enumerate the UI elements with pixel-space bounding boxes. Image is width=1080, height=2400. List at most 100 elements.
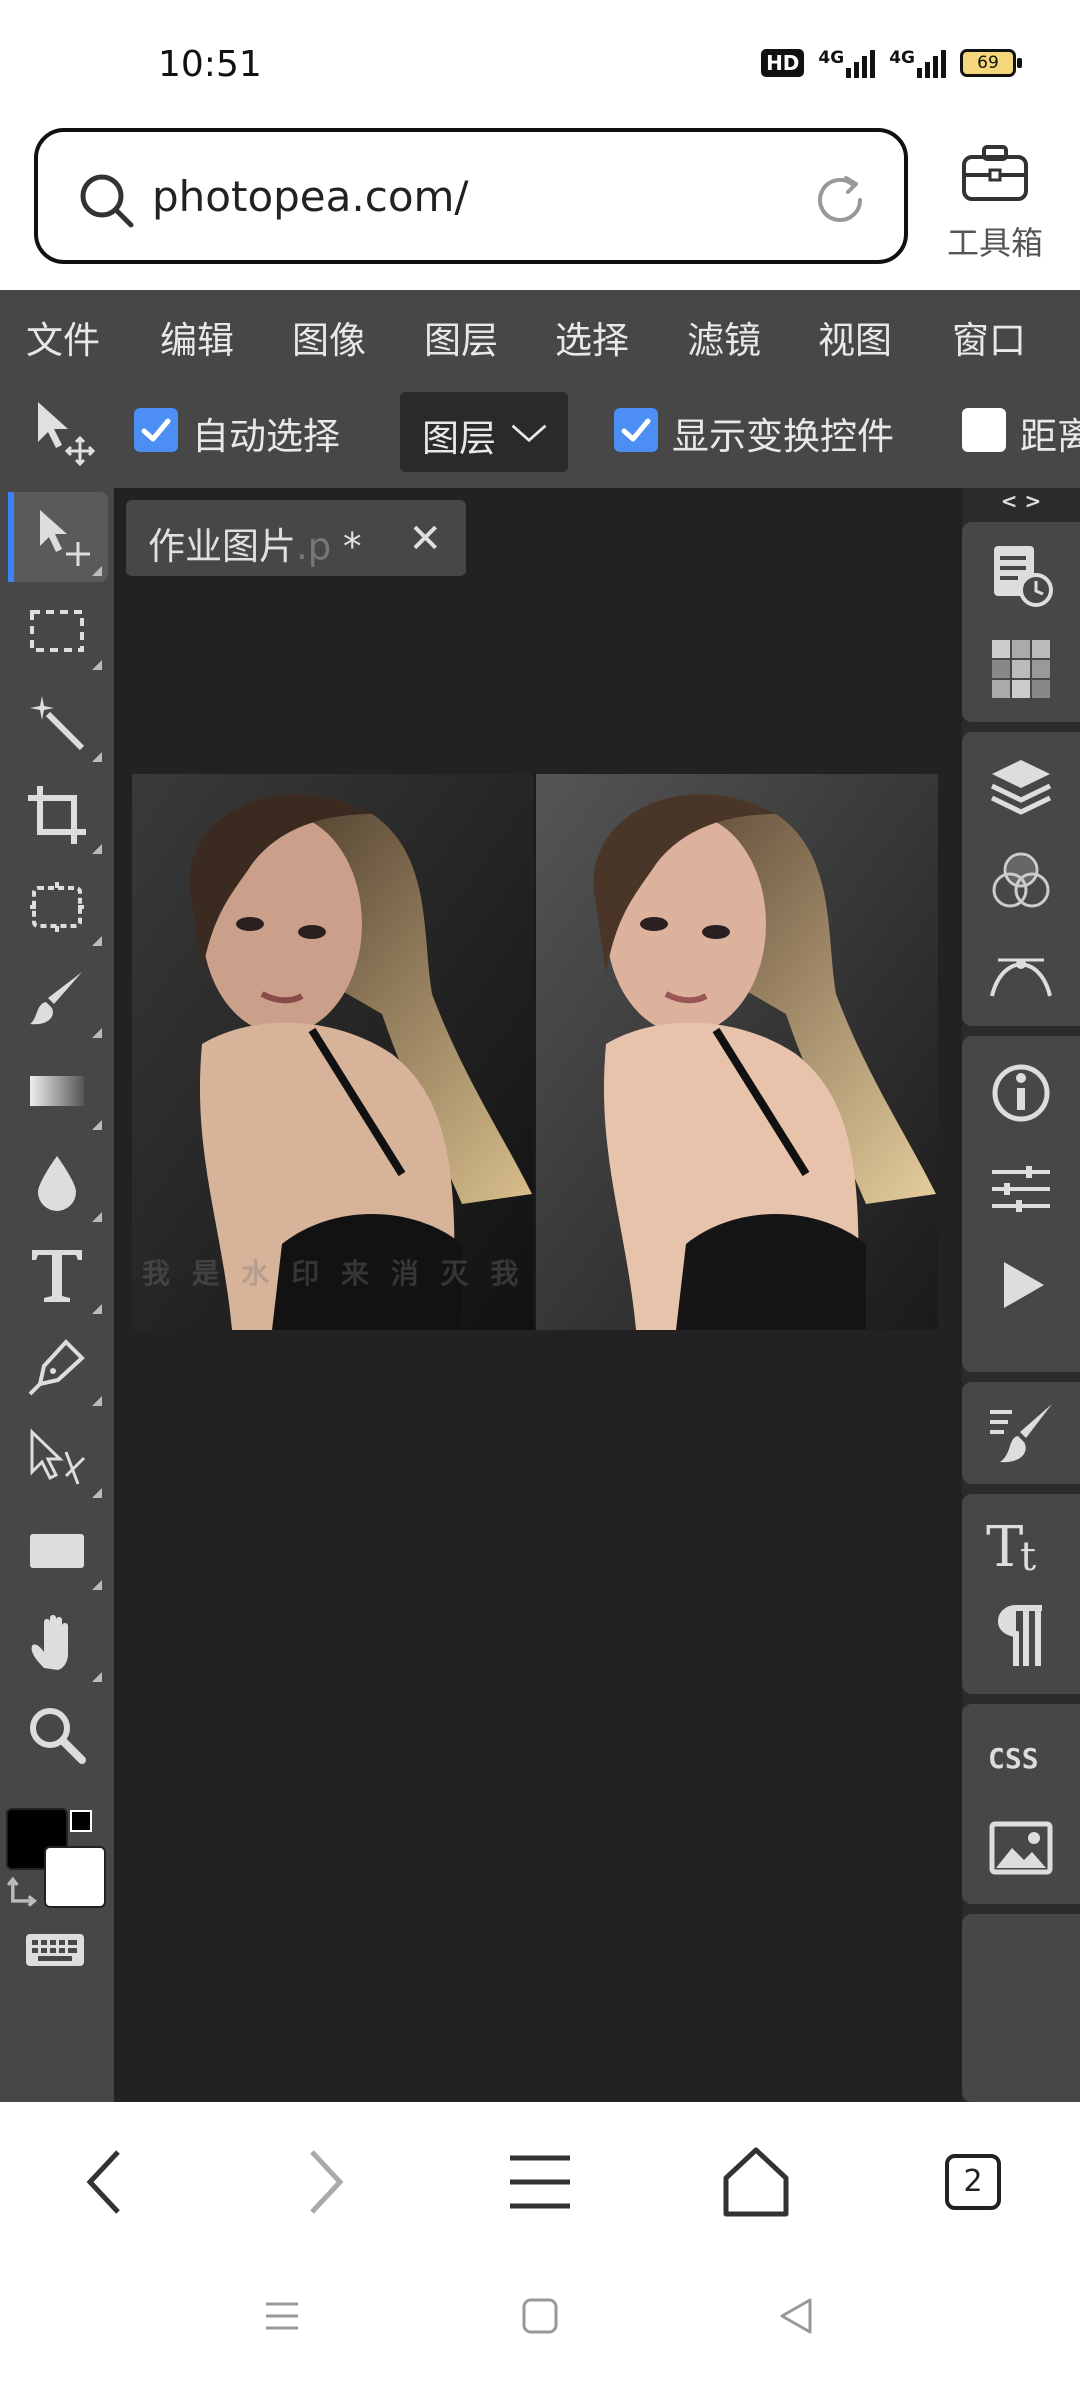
toolbox-button[interactable]: 工具箱 [940, 138, 1050, 268]
history-icon[interactable] [986, 540, 1056, 610]
watermark: 我 是 水 印 来 消 灭 我 [142, 1257, 525, 1290]
tool-bar [0, 488, 114, 2102]
system-nav-bar [0, 2252, 1080, 2400]
panel-group-brush [962, 1382, 1080, 1484]
document-tab-title: 作业图片.p * [148, 525, 362, 568]
gradient-tool[interactable] [8, 1046, 108, 1136]
type-tool[interactable] [8, 1230, 108, 1320]
menu-image[interactable]: 图像 [292, 310, 366, 364]
default-colors-icon[interactable] [70, 1810, 92, 1832]
forward-icon[interactable] [284, 2142, 364, 2222]
back-icon[interactable] [66, 2142, 146, 2222]
panel-collapse-toggle[interactable]: < > [962, 488, 1080, 516]
close-icon[interactable]: ✕ [408, 516, 442, 562]
marquee-icon [30, 610, 84, 652]
zoom-icon [30, 1708, 86, 1764]
adjustments-icon[interactable] [986, 1154, 1056, 1224]
paths-icon[interactable] [986, 940, 1056, 1010]
distance-label: 距离 [1020, 415, 1080, 458]
swatches-icon[interactable] [986, 634, 1056, 704]
swap-colors-icon[interactable] [6, 1876, 40, 1910]
info-icon[interactable] [986, 1058, 1056, 1128]
marquee-tool[interactable] [8, 586, 108, 676]
frame-tool[interactable] [8, 862, 108, 952]
svg-text:T: T [986, 1515, 1023, 1578]
signal-4g-icon: 4G [889, 48, 946, 78]
keyboard-icon[interactable] [24, 1930, 86, 1970]
document-image[interactable]: 我 是 水 印 来 消 灭 我 [132, 774, 938, 1330]
right-panel-dock: < > T t CSS [962, 488, 1080, 2102]
address-bar[interactable]: photopea.com/ [34, 128, 908, 264]
hd-badge: HD [761, 49, 805, 77]
blur-drop-icon [38, 1156, 76, 1211]
panel-group-history [962, 522, 1080, 722]
image-icon[interactable] [986, 1814, 1056, 1884]
magic-wand-icon [30, 696, 85, 751]
menu-icon[interactable] [500, 2142, 580, 2222]
svg-text:t: t [1020, 1534, 1036, 1578]
chevron-down-icon [511, 424, 547, 443]
blur-tool[interactable] [8, 1138, 108, 1228]
brush-settings-icon[interactable] [986, 1398, 1056, 1468]
brush-tool[interactable] [8, 954, 108, 1044]
menu-filter[interactable]: 滤镜 [687, 310, 761, 364]
move-tool-icon[interactable] [30, 398, 100, 468]
svg-text:CSS: CSS [988, 1742, 1039, 1775]
canvas-area[interactable]: 作业图片.p * ✕ 我 是 水 印 来 消 灭 我 [114, 488, 962, 2102]
reload-icon[interactable] [810, 170, 870, 230]
photo-before: 我 是 水 印 来 消 灭 我 [132, 774, 534, 1330]
back-nav-icon[interactable] [776, 2296, 816, 2336]
status-time: 10:51 [158, 44, 262, 85]
photopea-app: 文件 编辑 图像 图层 选择 滤镜 视图 窗口 自动选择 图层 显示变换控件 距… [0, 290, 1080, 2102]
zoom-tool[interactable] [8, 1690, 108, 1780]
pen-icon [28, 1339, 85, 1396]
toolbox-label: 工具箱 [946, 224, 1043, 262]
status-icons: HD 4G 4G 69 [761, 48, 1022, 78]
crop-tool[interactable] [8, 770, 108, 860]
menu-window[interactable]: 窗口 [952, 310, 1026, 364]
recent-apps-icon[interactable] [262, 2296, 302, 2336]
path-select-tool[interactable] [8, 1414, 108, 1504]
path-select-icon [30, 1428, 86, 1485]
tab-switcher-button[interactable]: 2 [945, 2154, 1001, 2210]
dropdown-value: 图层 [422, 417, 496, 460]
menu-edit[interactable]: 编辑 [160, 310, 234, 364]
character-icon[interactable]: Tt [986, 1508, 1056, 1580]
menu-layer[interactable]: 图层 [424, 310, 498, 364]
menu-view[interactable]: 视图 [818, 310, 892, 364]
show-transform-checkbox[interactable] [614, 408, 658, 452]
home-nav-icon[interactable] [520, 2296, 560, 2336]
rectangle-icon [30, 1534, 84, 1568]
css-icon[interactable]: CSS [986, 1724, 1056, 1794]
auto-select-target-dropdown[interactable]: 图层 [400, 392, 568, 472]
actions-icon[interactable] [986, 1250, 1056, 1320]
paragraph-icon[interactable] [986, 1602, 1056, 1672]
rectangle-tool[interactable] [8, 1506, 108, 1596]
url-text[interactable]: photopea.com/ [152, 172, 469, 221]
hand-tool[interactable] [8, 1598, 108, 1688]
home-icon[interactable] [716, 2142, 796, 2222]
pen-tool[interactable] [8, 1322, 108, 1412]
document-tab[interactable]: 作业图片.p * ✕ [126, 500, 466, 576]
hand-icon [31, 1615, 68, 1670]
channels-icon[interactable] [986, 846, 1056, 916]
panel-group-css: CSS [962, 1704, 1080, 1904]
move-tool[interactable] [8, 492, 108, 582]
magic-wand-tool[interactable] [8, 678, 108, 768]
layers-icon[interactable] [986, 752, 1056, 822]
status-bar: 10:51 HD 4G 4G 69 [0, 0, 1080, 120]
type-icon [32, 1250, 82, 1302]
gradient-icon [30, 1076, 84, 1106]
distance-checkbox[interactable] [962, 408, 1006, 452]
search-icon [80, 174, 134, 228]
crop-icon [28, 786, 86, 844]
auto-select-checkbox[interactable] [134, 408, 178, 452]
browser-nav-bar [0, 2102, 1080, 2252]
panel-group-empty [962, 1914, 1080, 2102]
show-transform-label: 显示变换控件 [672, 415, 894, 458]
menu-file[interactable]: 文件 [26, 310, 100, 364]
menu-select[interactable]: 选择 [555, 310, 629, 364]
menu-bar: 文件 编辑 图像 图层 选择 滤镜 视图 窗口 [0, 290, 1080, 382]
background-color-swatch[interactable] [44, 1846, 106, 1908]
auto-select-label: 自动选择 [192, 415, 340, 458]
